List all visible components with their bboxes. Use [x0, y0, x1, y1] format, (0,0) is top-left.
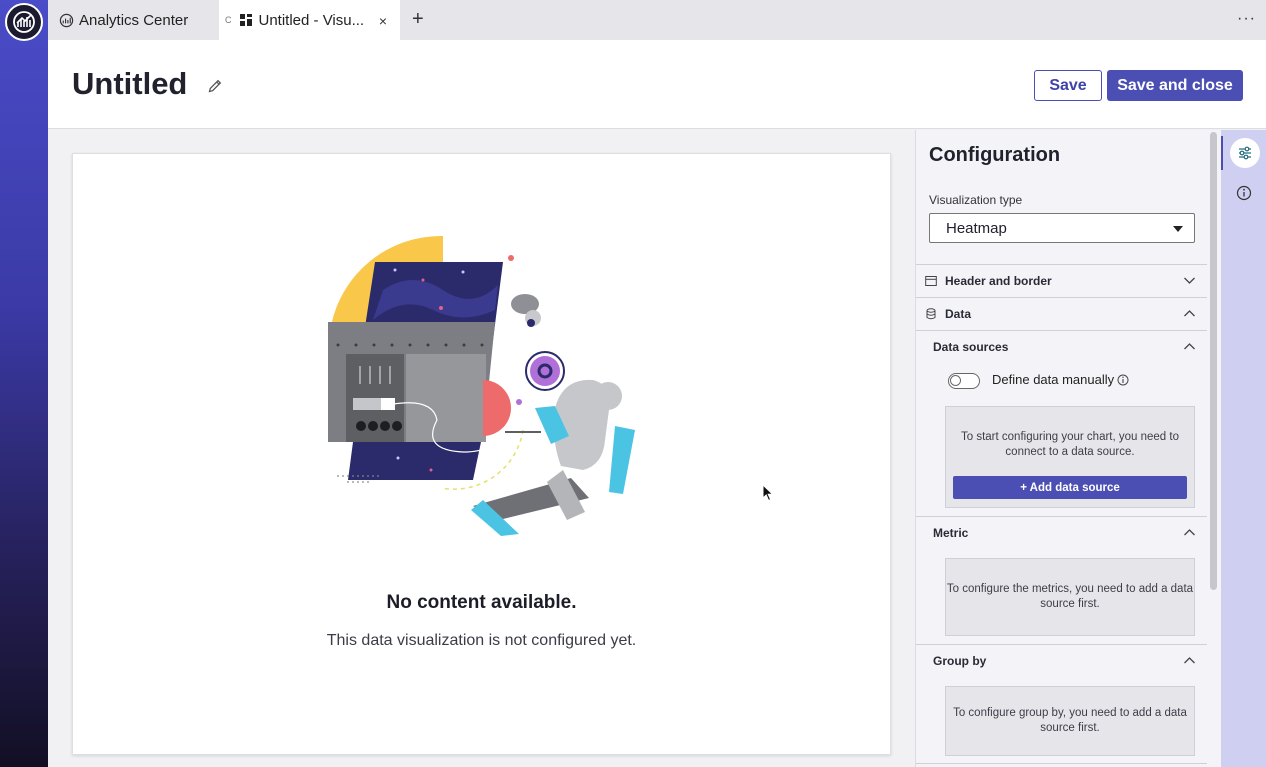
chevron-up-icon[interactable] — [1183, 526, 1196, 539]
visualization-type-value: Heatmap — [946, 219, 1007, 237]
define-data-manually-toggle[interactable] — [948, 373, 980, 389]
config-scrollbar[interactable] — [1207, 130, 1221, 767]
add-tab-button[interactable]: + — [412, 9, 424, 29]
group-by-empty-text: To configure group by, you need to add a… — [953, 707, 1187, 734]
configuration-panel: Configuration Visualization type Heatmap… — [915, 130, 1207, 767]
empty-state-title: No content available. — [386, 592, 577, 613]
configuration-sliders-icon[interactable] — [1230, 138, 1260, 168]
chevron-up-icon[interactable] — [1183, 654, 1196, 667]
chevron-up-icon[interactable] — [1183, 307, 1196, 320]
chevron-up-icon[interactable] — [1183, 340, 1196, 353]
page-title: Untitled — [72, 66, 188, 101]
section-data-sources[interactable]: Data sources — [916, 330, 1207, 354]
tab-label: Untitled - Visu... — [258, 11, 365, 29]
visualization-canvas: No content available. This data visualiz… — [48, 130, 915, 767]
data-source-empty-box: To start configuring your chart, you nee… — [945, 406, 1195, 508]
chevron-down-icon[interactable] — [1183, 274, 1196, 287]
pencil-icon[interactable] — [207, 78, 223, 94]
section-group-by[interactable]: Group by — [916, 644, 1207, 668]
scrollbar-thumb[interactable] — [1210, 132, 1217, 590]
mouse-cursor-icon — [762, 484, 774, 502]
header-border-icon — [925, 275, 937, 287]
section-data[interactable]: Data — [916, 297, 1207, 321]
configuration-title: Configuration — [929, 144, 1061, 166]
right-icon-strip — [1221, 130, 1266, 767]
active-indicator — [1221, 136, 1223, 170]
section-label: Group by — [933, 654, 987, 668]
section-metric[interactable]: Metric — [916, 516, 1207, 540]
section-header-and-border[interactable]: Header and border — [916, 264, 1207, 288]
save-button[interactable]: Save — [1034, 70, 1102, 101]
close-icon[interactable]: × — [379, 13, 387, 29]
database-icon — [925, 308, 937, 320]
section-label: Header and border — [945, 274, 1052, 288]
page-header: Untitled Save Save and close — [48, 40, 1266, 129]
section-label: Metric — [933, 526, 969, 540]
app-rail — [0, 0, 48, 767]
section-label: Data — [945, 307, 972, 321]
analytics-logo-icon — [58, 12, 74, 28]
empty-state-subtitle: This data visualization is not configure… — [326, 632, 637, 649]
section-divider — [916, 763, 1207, 764]
loading-spinner-icon: C — [225, 15, 232, 25]
visualization-type-select[interactable]: Heatmap — [929, 213, 1195, 243]
metric-empty-text: To configure the metrics, you need to ad… — [946, 583, 1194, 610]
group-by-empty-box: To configure group by, you need to add a… — [945, 686, 1195, 756]
save-and-close-button[interactable]: Save and close — [1107, 70, 1243, 101]
dashboard-grid-icon — [238, 12, 254, 28]
more-options-icon[interactable]: ··· — [1237, 10, 1256, 28]
info-icon[interactable] — [1236, 185, 1252, 201]
add-data-source-button[interactable]: + Add data source — [953, 476, 1187, 499]
info-icon[interactable] — [1117, 374, 1129, 386]
data-source-empty-text: To start configuring your chart, you nee… — [961, 431, 1179, 458]
tab-analytics-center[interactable]: Analytics Center — [56, 0, 218, 40]
empty-state-illustration — [323, 230, 643, 550]
section-label: Data sources — [933, 340, 1009, 354]
app-logo-icon[interactable] — [5, 3, 43, 41]
toggle-knob — [950, 375, 961, 386]
visualization-type-label: Visualization type — [929, 193, 1023, 207]
tab-untitled-visualization[interactable]: C Untitled - Visu... × — [219, 0, 400, 40]
caret-down-icon — [1173, 226, 1183, 232]
tab-bar: Analytics Center C Untitled - Visu... × … — [48, 0, 1266, 40]
metric-empty-box: To configure the metrics, you need to ad… — [945, 558, 1195, 636]
define-data-manually-label: Define data manually — [992, 372, 1115, 387]
tab-label: Analytics Center — [79, 11, 189, 29]
visualization-card: No content available. This data visualiz… — [72, 153, 891, 755]
